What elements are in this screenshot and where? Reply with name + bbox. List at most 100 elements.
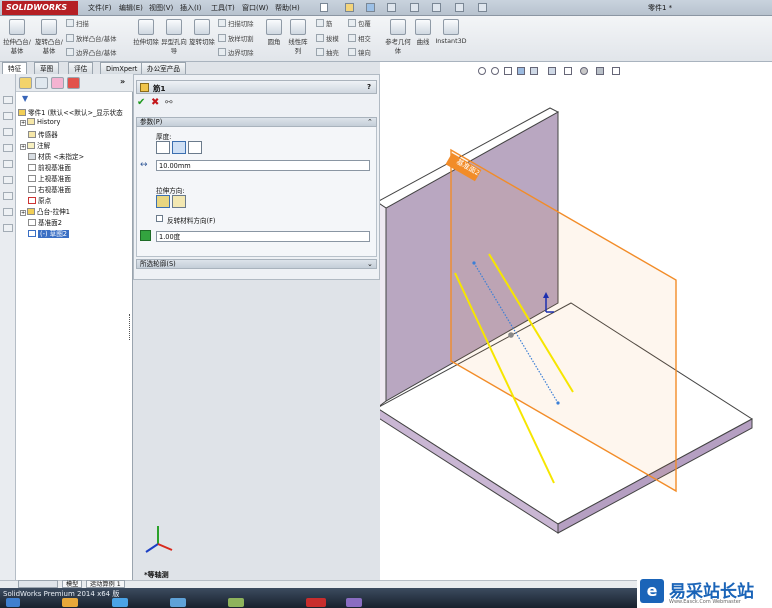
taskbar-explorer-icon[interactable] xyxy=(62,598,78,607)
linear-pattern-button[interactable]: 线性阵列 xyxy=(286,19,310,55)
rebuild-icon[interactable] xyxy=(455,3,464,12)
feature-manager-icon[interactable] xyxy=(19,77,32,89)
revolve-boss-button[interactable]: 旋转凸台/基体 xyxy=(34,19,64,55)
strip-icon[interactable] xyxy=(3,144,13,152)
tab-evaluate[interactable]: 评估 xyxy=(68,62,94,74)
loft-button[interactable]: 放样凸台/基体 xyxy=(66,34,117,43)
draft-icon[interactable] xyxy=(140,230,151,241)
tree-item-top-plane[interactable]: 上视基准面 xyxy=(28,173,71,183)
new-doc-icon[interactable] xyxy=(320,3,328,12)
tab-scroll-arrows[interactable] xyxy=(18,580,58,588)
group-parameters[interactable]: 参数(P) ⌃ xyxy=(136,117,377,127)
tab-office-products[interactable]: 办公室产品 xyxy=(141,62,186,74)
menu-view[interactable]: 视图(V) xyxy=(149,3,173,13)
direction-normal-button[interactable] xyxy=(172,195,186,208)
boundary-boss-button[interactable]: 边界凸台/基体 xyxy=(66,48,117,57)
expand-chevron-icon[interactable]: ⌄ xyxy=(367,260,373,269)
open-folder-icon[interactable] xyxy=(345,3,354,12)
config-manager-icon[interactable] xyxy=(51,77,64,89)
display-manager-icon[interactable] xyxy=(67,77,80,89)
rib-button[interactable]: 筋 xyxy=(316,19,332,28)
mirror-button[interactable]: 镜向 xyxy=(348,48,371,57)
boundary-cut-button[interactable]: 边界切除 xyxy=(218,48,254,57)
tree-item-plane2[interactable]: 基准面2 xyxy=(28,217,62,227)
thickness-input[interactable]: 10.00mm xyxy=(156,160,370,171)
draft-button[interactable]: 拔模 xyxy=(316,34,339,43)
tree-item-origin[interactable]: 原点 xyxy=(28,195,51,205)
strip-icon[interactable] xyxy=(3,128,13,136)
menu-edit[interactable]: 编辑(E) xyxy=(119,3,143,13)
tree-item-annotations[interactable]: + 注解 xyxy=(20,140,50,150)
strip-icon[interactable] xyxy=(3,192,13,200)
select-icon[interactable] xyxy=(432,3,441,12)
undo-icon[interactable] xyxy=(410,3,419,12)
splitter-handle[interactable] xyxy=(129,314,132,340)
filter-icon[interactable]: ▼ xyxy=(22,94,28,103)
strip-icon[interactable] xyxy=(3,176,13,184)
tab-sketch[interactable]: 草图 xyxy=(34,62,60,74)
menu-insert[interactable]: 插入(I) xyxy=(180,3,202,13)
taskbar-solidworks-icon[interactable] xyxy=(306,598,326,607)
tab-dimxpert[interactable]: DimXpert xyxy=(100,62,144,74)
print-icon[interactable] xyxy=(387,3,396,12)
direction-parallel-button[interactable] xyxy=(156,195,170,208)
help-icon[interactable]: ? xyxy=(367,83,371,91)
thickness-first-side-button[interactable] xyxy=(156,141,170,154)
detailed-preview-icon[interactable]: ⚯ xyxy=(165,98,173,108)
options-icon[interactable] xyxy=(478,3,487,12)
lofted-cut-button[interactable]: 放样切割 xyxy=(218,34,254,43)
tree-item-material[interactable]: 材质 <未指定> xyxy=(28,151,84,161)
strip-icon[interactable] xyxy=(3,112,13,120)
sweep-button[interactable]: 扫描 xyxy=(66,19,89,28)
wrap-button[interactable]: 包覆 xyxy=(348,19,371,28)
strip-icon[interactable] xyxy=(3,208,13,216)
solidworks-logo[interactable]: SOLIDWORKS xyxy=(2,1,78,15)
flip-material-checkbox[interactable] xyxy=(156,215,163,222)
collapse-chevron-icon[interactable]: ⌃ xyxy=(367,118,373,127)
taskbar-browser-icon[interactable] xyxy=(112,598,128,607)
strip-icon[interactable] xyxy=(3,160,13,168)
group-selected-contours[interactable]: 所选轮廓(S) ⌄ xyxy=(136,259,377,269)
expand-icon[interactable]: + xyxy=(20,144,26,150)
strip-icon[interactable] xyxy=(3,96,13,104)
graphics-area[interactable]: 基准面2 xyxy=(380,62,772,580)
menu-window[interactable]: 窗口(W) xyxy=(242,3,268,13)
strip-icon[interactable] xyxy=(3,224,13,232)
tab-model[interactable]: 模型 xyxy=(62,580,83,588)
tree-item-right-plane[interactable]: 右视基准面 xyxy=(28,184,71,194)
taskbar-app-icon[interactable] xyxy=(346,598,362,607)
tab-motion-study[interactable]: 运动算例 1 xyxy=(86,580,125,588)
expand-chevron-icon[interactable]: » xyxy=(120,77,125,86)
menu-help[interactable]: 帮助(H) xyxy=(275,3,300,13)
expand-icon[interactable]: + xyxy=(20,120,26,126)
cancel-x-icon[interactable]: ✖ xyxy=(151,97,159,108)
draft-angle-input[interactable]: 1.00度 xyxy=(156,231,370,242)
revolve-cut-button[interactable]: 旋转切除 xyxy=(188,19,216,46)
sketch-endpoint[interactable] xyxy=(556,401,560,405)
shell-button[interactable]: 抽壳 xyxy=(316,48,339,57)
tree-item-sensors[interactable]: 传感器 xyxy=(28,129,58,139)
tree-item-sketch2[interactable]: (-) 草图2 xyxy=(28,228,70,238)
extrude-boss-button[interactable]: 拉伸凸台/基体 xyxy=(2,19,32,55)
curves-button[interactable]: 曲线 xyxy=(412,19,434,46)
thickness-both-sides-button[interactable] xyxy=(172,141,186,154)
taskbar-app-icon[interactable] xyxy=(170,598,186,607)
taskbar-app-icon[interactable] xyxy=(228,598,244,607)
extrude-cut-button[interactable]: 拉伸切除 xyxy=(132,19,160,46)
tree-item-history[interactable]: + History xyxy=(20,118,60,126)
ok-check-icon[interactable]: ✔ xyxy=(137,97,145,108)
expand-icon[interactable]: + xyxy=(20,210,26,216)
hole-wizard-button[interactable]: 异型孔向导 xyxy=(160,19,188,55)
tree-root[interactable]: 零件1 (默认<<默认>_显示状态 xyxy=(18,107,123,117)
reference-geometry-button[interactable]: 参考几何体 xyxy=(384,19,412,55)
tree-item-front-plane[interactable]: 前视基准面 xyxy=(28,162,71,172)
sketch-endpoint[interactable] xyxy=(472,261,476,265)
property-manager-icon[interactable] xyxy=(35,77,48,89)
tab-features[interactable]: 特征 xyxy=(2,62,28,74)
thickness-second-side-button[interactable] xyxy=(188,141,202,154)
menu-file[interactable]: 文件(F) xyxy=(88,3,112,13)
fillet-button[interactable]: 圆角 xyxy=(262,19,286,46)
menu-tools[interactable]: 工具(T) xyxy=(211,3,235,13)
taskbar-start-icon[interactable] xyxy=(6,598,20,607)
tree-item-extrude1[interactable]: + 凸台-拉伸1 xyxy=(20,206,70,216)
